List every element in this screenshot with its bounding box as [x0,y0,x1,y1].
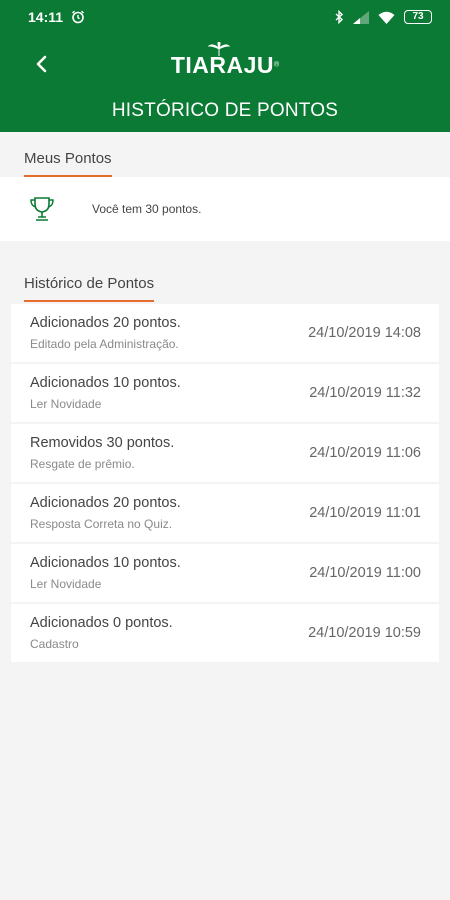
status-bar: 14:11 73 [0,0,450,34]
history-item-title: Adicionados 10 pontos. [30,555,181,571]
alarm-icon [72,10,85,24]
wifi-icon [378,11,395,24]
history-item[interactable]: Adicionados 0 pontos. Cadastro 24/10/201… [11,604,439,662]
history-item-date: 24/10/2019 14:08 [308,325,421,341]
bluetooth-icon [335,10,344,24]
history-item-title: Adicionados 20 pontos. [30,315,181,331]
history-item-subtitle: Resposta Correta no Quiz. [30,517,173,531]
battery-indicator: 73 [404,10,432,24]
history-item-date: 24/10/2019 11:06 [309,445,421,461]
history-item-subtitle: Ler Novidade [30,577,102,591]
history-item-date: 24/10/2019 11:00 [309,565,421,581]
history-item-date: 24/10/2019 11:32 [309,385,421,401]
trophy-icon [30,197,54,221]
points-total-text: Você tem 30 pontos. [92,202,202,216]
history-item-date: 24/10/2019 10:59 [308,625,421,641]
page-title: HISTÓRICO DE PONTOS [111,100,339,121]
history-item-subtitle: Editado pela Administração. [30,337,179,351]
history-item-subtitle: Cadastro [30,637,79,651]
history-item-date: 24/10/2019 11:01 [309,505,421,521]
my-points-header: Meus Pontos [0,132,450,177]
history-item[interactable]: Removidos 30 pontos. Resgate de prêmio. … [11,424,439,482]
history-item-subtitle: Ler Novidade [30,397,102,411]
my-points-title: Meus Pontos [24,150,112,177]
brand-logo: TIARAJU® [0,42,450,79]
history-item-title: Removidos 30 pontos. [30,435,175,451]
history-list: Adicionados 20 pontos. Editado pela Admi… [11,304,439,662]
logo-registered-mark: ® [274,61,280,69]
history-item-title: Adicionados 0 pontos. [30,615,173,631]
history-item[interactable]: Adicionados 20 pontos. Editado pela Admi… [11,304,439,362]
history-item-subtitle: Resgate de prêmio. [30,457,135,471]
history-item[interactable]: Adicionados 10 pontos. Ler Novidade 24/1… [11,364,439,422]
history-item[interactable]: Adicionados 20 pontos. Resposta Correta … [11,484,439,542]
history-header: Histórico de Pontos [0,241,450,302]
history-item-title: Adicionados 10 pontos. [30,375,181,391]
history-item[interactable]: Adicionados 10 pontos. Ler Novidade 24/1… [11,544,439,602]
app-bar: TIARAJU® HISTÓRICO DE PONTOS [0,34,450,132]
history-item-title: Adicionados 20 pontos. [30,495,181,511]
points-summary-card: Você tem 30 pontos. [0,177,450,241]
leaf-icon [207,42,231,56]
signal-icon [353,10,369,24]
history-title: Histórico de Pontos [24,275,155,302]
status-time: 14:11 [28,9,64,25]
